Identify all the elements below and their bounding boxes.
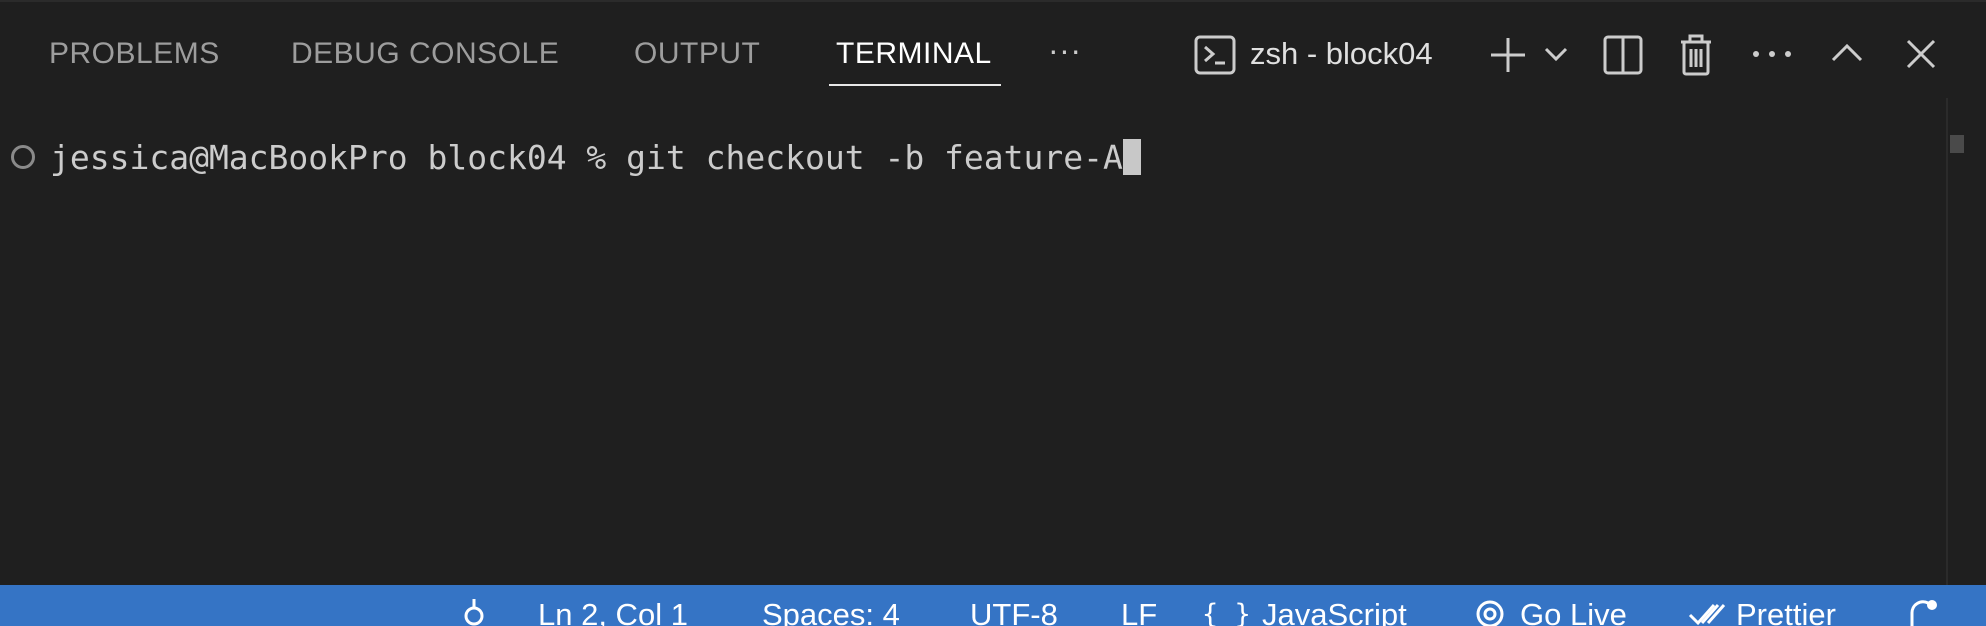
- close-icon[interactable]: [1906, 39, 1936, 69]
- language-brace-icon: { }: [1202, 599, 1251, 626]
- scrollbar-thumb[interactable]: [1950, 135, 1964, 153]
- terminal-scrollbar[interactable]: [1946, 98, 1986, 587]
- file-encoding[interactable]: UTF-8: [970, 595, 1058, 626]
- command-decoration-icon[interactable]: [11, 145, 35, 169]
- active-tab-indicator: [829, 84, 1001, 86]
- prettier-status[interactable]: Prettier: [1736, 595, 1836, 626]
- broadcast-icon[interactable]: [1475, 599, 1505, 626]
- language-mode[interactable]: JavaScript: [1262, 595, 1407, 626]
- terminal-line: jessica@MacBookPro block04 % git checkou…: [50, 138, 1141, 178]
- double-check-icon[interactable]: [1688, 601, 1728, 626]
- terminal-output[interactable]: jessica@MacBookPro block04 % git checkou…: [0, 98, 1946, 587]
- new-terminal-plus-icon[interactable]: [1489, 36, 1527, 74]
- tab-debug-console[interactable]: DEBUG CONSOLE: [291, 34, 559, 74]
- terminal-icon[interactable]: [1194, 35, 1236, 75]
- go-live-button[interactable]: Go Live: [1520, 595, 1627, 626]
- tabs-more-button[interactable]: ···: [1048, 30, 1081, 70]
- terminal-command: git checkout -b feature-A: [626, 138, 1123, 177]
- git-commit-icon[interactable]: [462, 599, 486, 626]
- end-of-line[interactable]: LF: [1121, 595, 1157, 626]
- tab-output[interactable]: OUTPUT: [634, 34, 760, 74]
- trash-icon[interactable]: [1679, 34, 1713, 76]
- status-bar: Ln 2, Col 1 Spaces: 4 UTF-8 LF { } JavaS…: [0, 585, 1986, 626]
- terminal-cursor: [1122, 139, 1141, 175]
- chevron-up-icon[interactable]: [1831, 42, 1863, 62]
- indentation-spaces[interactable]: Spaces: 4: [762, 595, 900, 626]
- terminal-panel: PROBLEMS DEBUG CONSOLE OUTPUT TERMINAL ·…: [0, 0, 1986, 587]
- tab-problems[interactable]: PROBLEMS: [49, 34, 220, 74]
- split-terminal-icon[interactable]: [1603, 35, 1643, 75]
- terminal-prompt: jessica@MacBookPro block04 %: [50, 138, 627, 177]
- panel-tab-bar: PROBLEMS DEBUG CONSOLE OUTPUT TERMINAL ·…: [0, 2, 1986, 98]
- terminal-instance-label[interactable]: zsh - block04: [1250, 34, 1433, 74]
- notifications-bell-icon[interactable]: [1906, 597, 1940, 626]
- chevron-down-icon[interactable]: [1544, 46, 1568, 62]
- tab-terminal[interactable]: TERMINAL: [836, 34, 992, 74]
- more-actions-icon[interactable]: [1752, 50, 1792, 58]
- cursor-position[interactable]: Ln 2, Col 1: [538, 595, 688, 626]
